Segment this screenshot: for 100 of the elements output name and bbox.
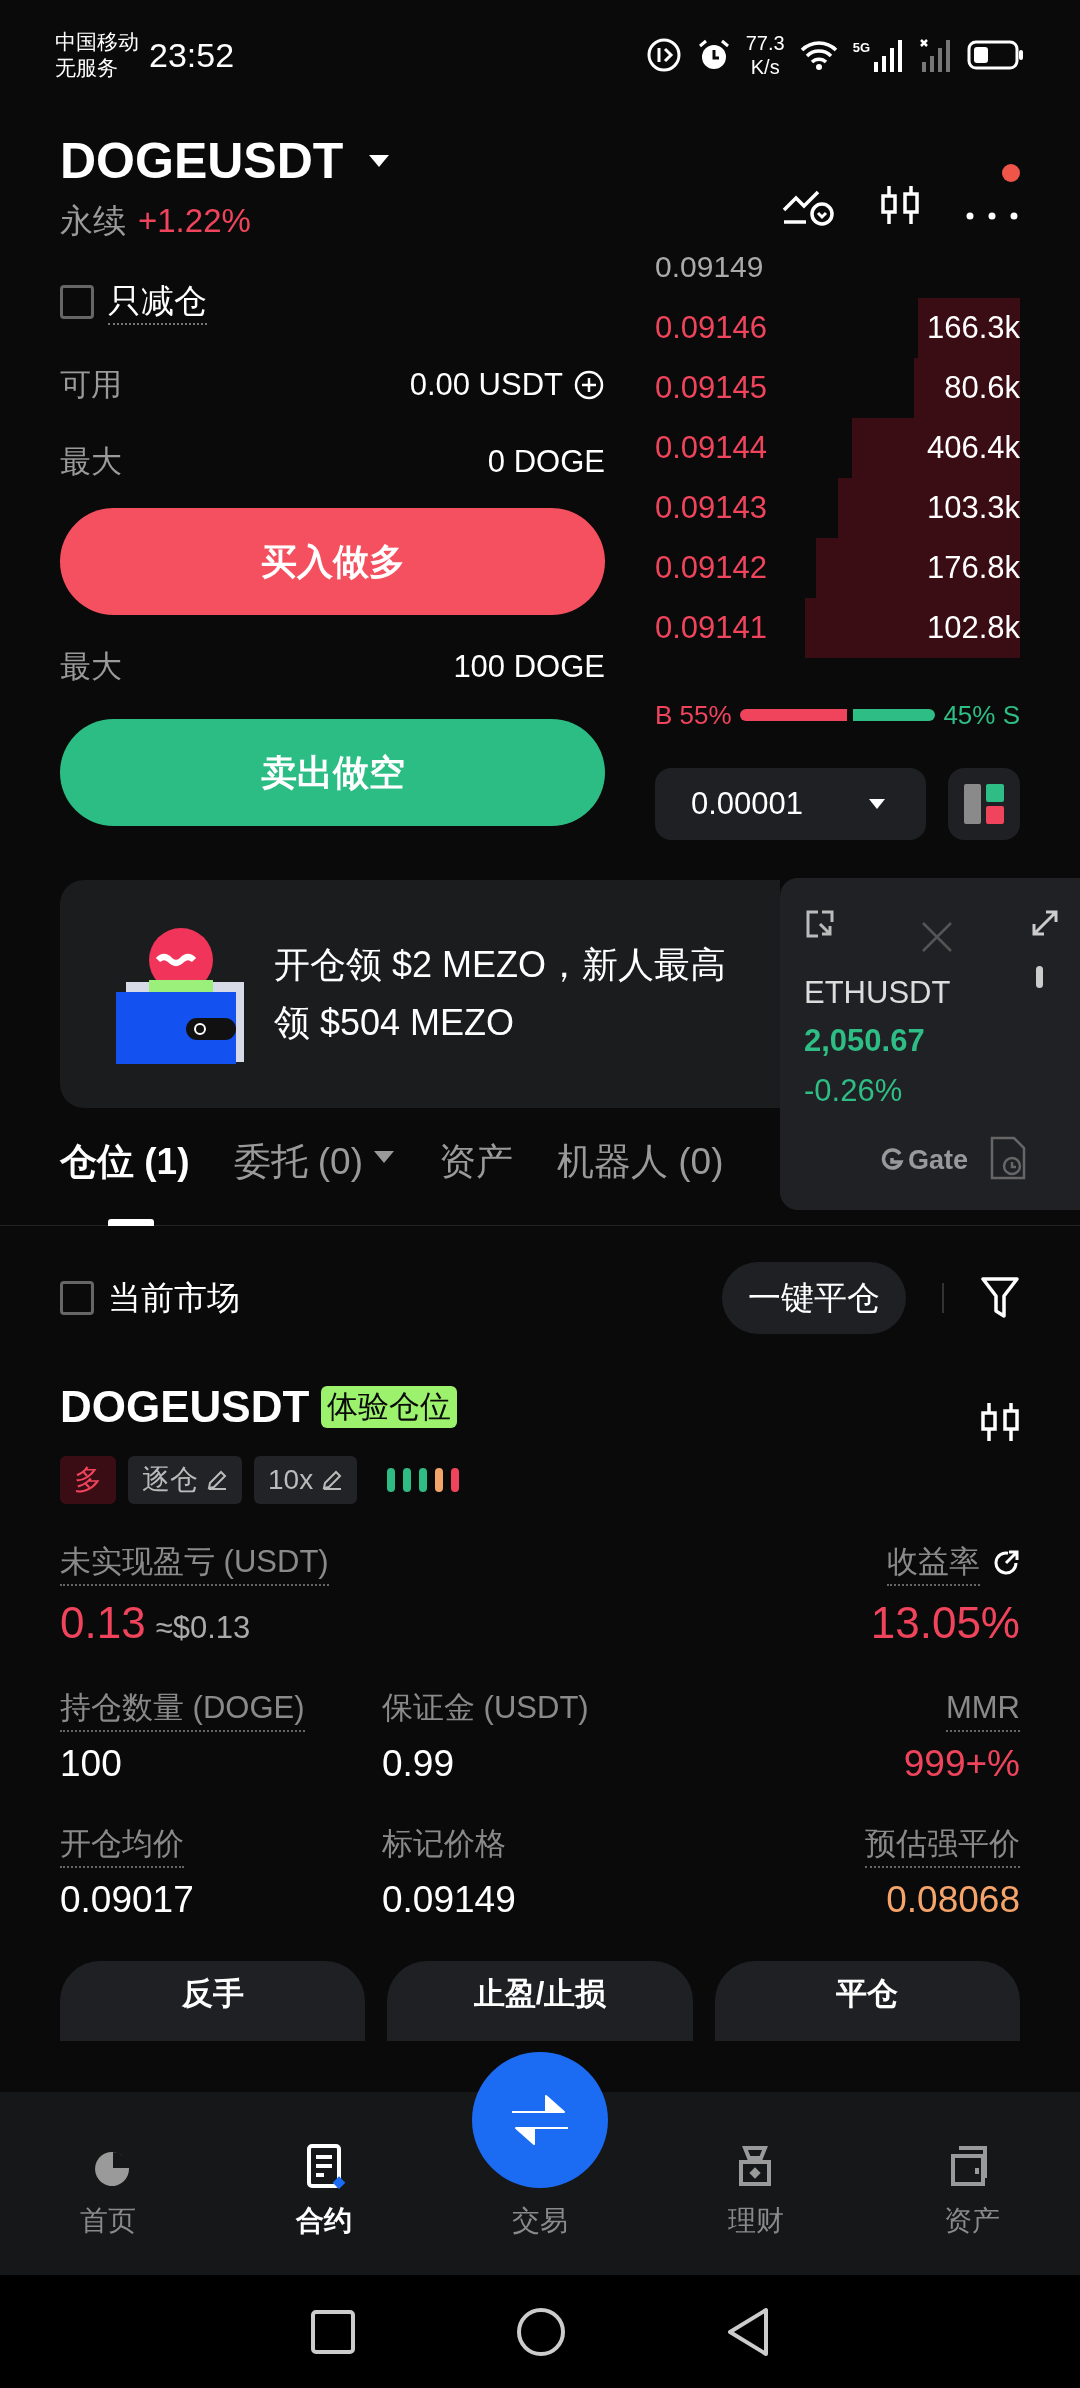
stat-value: 0.13 xyxy=(60,1597,146,1649)
buy-ratio: B 55% xyxy=(655,698,732,732)
position-action-button[interactable]: 反手 xyxy=(60,1961,366,2041)
stat-value: 0.99 xyxy=(382,1742,454,1786)
ask-price[interactable]: 0.09146 xyxy=(655,304,768,352)
contract-type: 永续 xyxy=(60,201,126,241)
position-tab[interactable]: 仓位 (1) xyxy=(60,1134,190,1226)
ask-size: 406.4k xyxy=(926,428,1020,467)
nav-tab[interactable]: 理财 xyxy=(728,2141,784,2242)
ask-size: 103.3k xyxy=(926,488,1020,527)
dropdown-caret-icon[interactable] xyxy=(367,153,392,169)
service-status: 无服务 xyxy=(55,55,119,81)
back-icon[interactable] xyxy=(726,2306,770,2357)
close-all-button[interactable]: 一键平仓 xyxy=(722,1262,906,1334)
available-balance: 0.00 USDT xyxy=(409,365,563,404)
reduce-only-checkbox[interactable] xyxy=(60,285,94,319)
speed-unit: K/s xyxy=(750,55,780,79)
sell-ratio: 45% S xyxy=(943,698,1020,732)
wifi-icon xyxy=(798,39,839,71)
available-label: 可用 xyxy=(60,365,122,404)
brand-name: Gate xyxy=(908,1144,969,1177)
last-price: 0.09149 xyxy=(655,250,764,284)
clock-time: 23:52 xyxy=(149,34,235,76)
nav-tab[interactable]: 资产 xyxy=(944,2141,1000,2242)
pencil-icon xyxy=(206,1469,228,1491)
no-signal-icon xyxy=(919,38,953,72)
filter-icon[interactable] xyxy=(980,1276,1020,1320)
battery-icon xyxy=(967,40,1025,70)
layout-toggle[interactable] xyxy=(948,768,1020,840)
symbol-title: DOGEUSDT xyxy=(60,132,344,191)
carrier-name: 中国移动 xyxy=(55,29,139,55)
max-label: 最大 xyxy=(60,442,122,481)
floating-ticker[interactable]: ETHUSDT 2,050.67 -0.26% Gate xyxy=(780,878,1080,1210)
home-button-icon[interactable] xyxy=(516,2306,566,2357)
network-type: 5G xyxy=(852,39,870,57)
document-clock-icon[interactable] xyxy=(988,1136,1028,1180)
stat-label: 保证金 (USDT) xyxy=(382,1689,589,1727)
candlestick-icon[interactable] xyxy=(980,1401,1020,1443)
signal-icon xyxy=(873,38,905,72)
ask-price[interactable]: 0.09142 xyxy=(655,544,768,592)
nav-tab[interactable]: 首页 xyxy=(80,2141,136,2242)
pencil-icon xyxy=(321,1469,344,1491)
position-symbol: DOGEUSDT xyxy=(60,1381,310,1433)
position-tab[interactable]: 资产 xyxy=(439,1134,513,1226)
max-sell-amount: 100 DOGE xyxy=(453,647,605,686)
picture-in-picture-icon[interactable] xyxy=(804,908,836,940)
current-market-label: 当前市场 xyxy=(108,1278,240,1319)
price-change: +1.22% xyxy=(138,201,251,241)
current-market-checkbox[interactable] xyxy=(60,1281,94,1315)
edit-tag[interactable]: 逐仓 xyxy=(128,1456,242,1504)
trial-position-badge: 体验仓位 xyxy=(321,1386,458,1428)
ask-size: 102.8k xyxy=(926,608,1020,647)
stat-label: 收益率 xyxy=(887,1540,980,1586)
stat-value: 0.09149 xyxy=(382,1877,516,1922)
layout-icon xyxy=(963,783,1005,825)
ask-size: 166.3k xyxy=(926,308,1020,347)
nav-tab[interactable]: 交易 xyxy=(512,2199,568,2242)
nav-tab[interactable]: 合约 xyxy=(296,2141,352,2242)
share-icon[interactable] xyxy=(992,1549,1020,1577)
ask-price[interactable]: 0.09141 xyxy=(655,604,768,652)
data-saver-icon xyxy=(645,37,682,73)
position-tab[interactable]: 委托 (0) xyxy=(233,1134,395,1226)
ask-size: 80.6k xyxy=(944,368,1020,407)
stat-value: 13.05% xyxy=(870,1597,1020,1649)
tab-indicator xyxy=(108,1219,154,1226)
max-label: 最大 xyxy=(60,647,122,686)
caret-icon xyxy=(868,798,886,810)
stat-label: 未实现盈亏 (USDT) xyxy=(60,1540,329,1586)
logo-icon xyxy=(880,1148,904,1173)
network-speed: 77.3 xyxy=(745,31,785,55)
expand-icon[interactable] xyxy=(1030,908,1060,938)
ask-price[interactable]: 0.09144 xyxy=(655,424,768,472)
stat-label: 预估强平价 xyxy=(865,1821,1020,1868)
stat-label: 开仓均价 xyxy=(60,1821,184,1868)
promo-text: 开仓领 $2 MEZO，新人最高领 $504 MEZO xyxy=(274,943,728,1045)
ticker-price: 2,050.67 xyxy=(804,1022,925,1060)
stat-label: 标记价格 xyxy=(382,1824,506,1863)
stat-value: 100 xyxy=(60,1742,122,1786)
ask-size: 176.8k xyxy=(926,548,1020,587)
ask-price[interactable]: 0.09145 xyxy=(655,364,768,412)
stat-value: 0.09017 xyxy=(60,1877,194,1922)
add-funds-icon[interactable] xyxy=(573,369,605,401)
stat-label: 持仓数量 (DOGE) xyxy=(60,1686,305,1732)
stat-label: MMR xyxy=(945,1686,1020,1732)
stat-value: 0.08068 xyxy=(886,1877,1020,1922)
precision-dropdown[interactable]: 0.00001 xyxy=(655,768,926,840)
position-action-button[interactable]: 止盈/止损 xyxy=(387,1961,693,2041)
reduce-only-label: 只减仓 xyxy=(108,279,207,325)
promo-banner[interactable]: 开仓领 $2 MEZO，新人最高领 $504 MEZO xyxy=(60,880,780,1108)
edit-tag[interactable]: 10x xyxy=(254,1456,358,1504)
position-action-button[interactable]: 平仓 xyxy=(714,1961,1020,2041)
stat-value: 999+% xyxy=(903,1742,1020,1786)
ask-price[interactable]: 0.09143 xyxy=(655,484,768,532)
recent-apps-icon[interactable] xyxy=(310,2308,356,2355)
position-tab[interactable]: 机器人 (0) xyxy=(557,1134,724,1226)
candlestick-icon[interactable] xyxy=(880,184,920,226)
max-buy-amount: 0 DOGE xyxy=(487,442,605,481)
side-tag: 多 xyxy=(60,1456,116,1504)
scroll-handle[interactable] xyxy=(1036,966,1043,988)
ticker-symbol: ETHUSDT xyxy=(804,974,951,1012)
